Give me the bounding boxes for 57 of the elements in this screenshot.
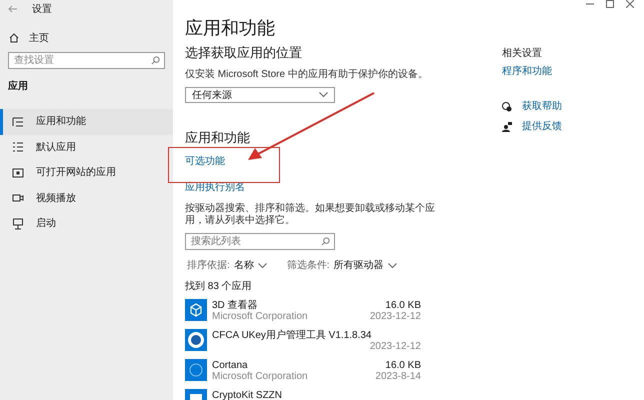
app-name: CryptoKit SZZN [212, 390, 282, 400]
app-name: Cortana [212, 360, 248, 371]
section-heading: 应用 [7, 79, 29, 94]
link[interactable]: 程序和功能 [502, 64, 562, 79]
app-row[interactable]: CryptoKit SZZN [185, 389, 421, 400]
app-date: 2023-12-12 [370, 341, 421, 352]
person-icon [502, 122, 512, 132]
section-heading: 应用和功能 [185, 130, 251, 146]
section-heading: 选择获取应用的位置 [185, 45, 303, 61]
video-icon [12, 192, 24, 204]
app-row[interactable]: 3D 查看器 16.0 KB Microsoft Corporation 2023-12-12 [185, 299, 421, 321]
close-icon[interactable] [626, 0, 634, 8]
cube-icon [185, 299, 207, 321]
app-size: 16.0 KB [385, 360, 421, 371]
home-icon [9, 33, 19, 43]
related-heading: 相关设置 [502, 46, 543, 61]
home-link[interactable]: 主页 [29, 30, 49, 46]
app-count: 找到 83 个应用 [185, 280, 253, 294]
link[interactable]: 可选功能 [185, 154, 490, 169]
app-row[interactable]: Cortana 16.0 KB Microsoft Corporation 2023-8-14 [185, 359, 421, 381]
description-text: 按驱动器搜索、排序和筛选。如果想要卸载或移动某个应用，请从列表中选择它。 [185, 203, 435, 227]
maximize-icon[interactable] [606, 0, 614, 8]
seal-icon [185, 329, 207, 351]
app-name: 3D 查看器 [212, 300, 258, 311]
source-dropdown[interactable]: 任何来源 [185, 87, 335, 103]
window-icon [12, 166, 24, 179]
sidebar-item[interactable]: 应用和功能 [0, 109, 173, 134]
link[interactable]: 提供反馈 [522, 119, 562, 134]
chevron-down-icon [258, 262, 267, 268]
filter-dropdown[interactable]: 筛选条件: 所有驱动器 [286, 258, 397, 273]
sidebar-item[interactable]: 默认应用 [0, 134, 173, 160]
sort-dropdown[interactable]: 排序依据: 名称 [187, 258, 267, 273]
app-size: 16.0 KB [385, 300, 421, 311]
chevron-down-icon [319, 92, 328, 98]
app-date: 2023-12-12 [370, 311, 421, 322]
chat-icon [502, 102, 512, 112]
page-title: 应用和功能 [185, 17, 276, 39]
list-icon [12, 141, 24, 154]
search-field[interactable]: 搜索此列表 [185, 233, 335, 250]
search-icon [151, 56, 160, 65]
app-publisher: Microsoft Corporation [212, 371, 308, 382]
app-name: CFCA UKey用户管理工具 V1.1.8.34 [212, 330, 372, 341]
search-icon [321, 237, 330, 246]
description-text: 仅安装 Microsoft Store 中的应用有助于保护你的设备。 [185, 68, 429, 82]
ring-icon [185, 359, 207, 381]
sidebar-item[interactable]: 启动 [0, 211, 173, 236]
app-publisher: Microsoft Corporation [212, 311, 308, 322]
list-icon [12, 116, 24, 128]
chevron-down-icon [388, 262, 397, 268]
search-field[interactable]: 查找设置 [8, 52, 165, 69]
window-title: 设置 [32, 2, 52, 16]
monitor-icon [12, 218, 24, 230]
app-row[interactable]: CFCA UKey用户管理工具 V1.1.8.34 2023-12-12 [185, 329, 421, 351]
app-date: 2023-8-14 [375, 371, 421, 382]
sidebar-item[interactable]: 视频播放 [0, 186, 173, 211]
link[interactable]: 获取帮助 [522, 99, 562, 114]
sidebar-item[interactable]: 可打开网站的应用 [0, 160, 173, 186]
